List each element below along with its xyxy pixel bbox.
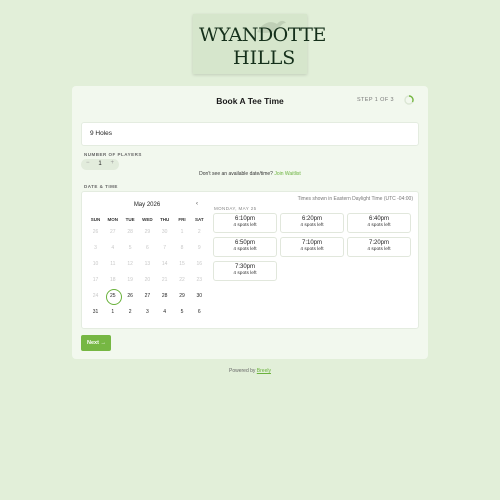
- progress-ring-icon: [404, 95, 414, 105]
- calendar-day: 20: [144, 277, 151, 283]
- slot-availability: 4 spots left: [233, 247, 257, 252]
- calendar-day[interactable]: 6: [191, 309, 208, 315]
- weekday-header: THU: [160, 217, 170, 222]
- calendar-day: 21: [161, 277, 168, 283]
- step-indicator: STEP 1 OF 3: [356, 97, 394, 103]
- calendar-day: 29: [144, 229, 151, 235]
- weekday-header: TUE: [125, 217, 135, 222]
- calendar-day: 17: [92, 277, 99, 283]
- calendar-day: 13: [144, 261, 151, 267]
- slot-time: 7:30pm: [234, 264, 255, 270]
- time-slot[interactable]: 7:10pm 4 spots left: [280, 237, 344, 257]
- slot-availability: 4 spots left: [300, 223, 324, 228]
- slot-availability: 4 spots left: [233, 223, 257, 228]
- holes-select-value: 9 Holes: [90, 130, 113, 137]
- calendar-day: 26: [92, 229, 99, 235]
- calendar-day[interactable]: 4: [156, 309, 173, 315]
- next-button-label: Next →: [87, 340, 106, 346]
- calendar-day[interactable]: 28: [156, 293, 173, 299]
- selected-date-heading: MONDAY, MAY 25: [214, 206, 257, 211]
- calendar-day: 6: [146, 245, 149, 251]
- calendar-day: 11: [110, 261, 116, 267]
- waitlist-text: Don't see an available date/time?: [199, 171, 273, 177]
- calendar-day: 12: [127, 261, 133, 267]
- slot-availability: 4 spots left: [300, 247, 324, 252]
- slot-availability: 4 spots left: [233, 271, 257, 276]
- calendar-day[interactable]: 1: [104, 309, 121, 315]
- calendar-day: 22: [179, 277, 185, 283]
- join-waitlist-link[interactable]: Join Waitlist: [274, 171, 301, 177]
- weekday-header: MON: [107, 217, 119, 222]
- slot-time: 6:20pm: [301, 216, 322, 222]
- calendar-day: 5: [128, 245, 132, 251]
- slot-time: 7:20pm: [368, 240, 389, 246]
- increment-button[interactable]: +: [110, 160, 114, 166]
- players-label: NUMBER OF PLAYERS: [84, 152, 142, 157]
- calendar-day: 23: [196, 277, 203, 283]
- calendar-day: 24: [92, 293, 99, 299]
- calendar-day[interactable]: 29: [174, 293, 191, 299]
- calendar-day: 2: [197, 229, 201, 235]
- calendar-day: 18: [110, 277, 116, 283]
- powered-by-text: Powered by: [229, 368, 256, 374]
- calendar-day: 19: [127, 277, 133, 283]
- calendar-day: 14: [161, 261, 168, 267]
- calendar-day: 27: [110, 229, 116, 235]
- calendar-day[interactable]: 25: [104, 289, 122, 305]
- time-slot[interactable]: 6:50pm 4 spots left: [213, 237, 277, 257]
- calendar-day[interactable]: 30: [191, 293, 208, 299]
- prev-month-button[interactable]: ‹: [196, 201, 198, 207]
- logo-line-1: WYANDOTTE: [199, 24, 326, 46]
- calendar-day[interactable]: 5: [174, 309, 191, 315]
- slot-time: 6:40pm: [368, 216, 389, 222]
- calendar-day: 28: [127, 229, 133, 235]
- slot-time: 6:10pm: [234, 216, 255, 222]
- calendar-month: May 2026: [133, 202, 161, 208]
- time-slot[interactable]: 7:20pm 4 spots left: [347, 237, 411, 257]
- calendar-day: 8: [180, 245, 184, 251]
- timezone-note: Times shown in Eastern Daylight Time (UT…: [297, 196, 413, 202]
- calendar-day[interactable]: 3: [139, 309, 156, 315]
- slot-availability: 4 spots left: [367, 247, 391, 252]
- calendar-day: 4: [111, 245, 115, 251]
- waitlist-prompt: Don't see an available date/time? Join W…: [72, 171, 428, 177]
- logo-line-2: HILLS: [233, 47, 296, 69]
- calendar-day: 10: [92, 261, 99, 267]
- calendar-day: 30: [161, 229, 168, 235]
- calendar-day[interactable]: 2: [122, 309, 139, 315]
- calendar-day: 7: [163, 245, 167, 251]
- players-stepper: − 1 +: [81, 159, 119, 170]
- calendar-day: 1: [180, 229, 184, 235]
- weekday-header: WED: [142, 217, 153, 222]
- weekday-header: FRI: [178, 217, 186, 222]
- weekday-header: SAT: [194, 217, 204, 222]
- calendar-day[interactable]: 26: [122, 293, 139, 299]
- time-slot[interactable]: 6:10pm 4 spots left: [213, 213, 277, 233]
- slot-time: 6:50pm: [234, 240, 255, 246]
- datetime-label: DATE & TIME: [84, 184, 118, 189]
- calendar-day[interactable]: 31: [87, 309, 104, 315]
- calendar-day: 3: [94, 245, 97, 251]
- breely-link[interactable]: Breely: [257, 368, 271, 374]
- next-button[interactable]: Next →: [81, 335, 111, 351]
- course-logo: WYANDOTTE HILLS: [193, 14, 326, 74]
- powered-by: Powered by Breely: [0, 368, 500, 374]
- time-slot[interactable]: 6:40pm 4 spots left: [347, 213, 411, 233]
- slot-availability: 4 spots left: [367, 223, 391, 228]
- calendar-day[interactable]: 27: [139, 293, 156, 299]
- calendar-day: 16: [196, 261, 203, 267]
- booking-card: Book A Tee Time STEP 1 OF 3 9 Holes NUMB…: [72, 86, 428, 359]
- weekday-header: SUN: [90, 217, 101, 222]
- time-slot[interactable]: 7:30pm 4 spots left: [213, 261, 277, 281]
- holes-select[interactable]: 9 Holes: [81, 122, 419, 146]
- datetime-panel: May 2026 ‹ SUN MON TUE WED THU FRI SAT 26 27 28 29…: [81, 191, 419, 329]
- slot-time: 7:10pm: [301, 240, 322, 246]
- calendar-day: 15: [179, 261, 185, 267]
- time-slot[interactable]: 6:20pm 4 spots left: [280, 213, 344, 233]
- calendar-day: 9: [197, 245, 201, 251]
